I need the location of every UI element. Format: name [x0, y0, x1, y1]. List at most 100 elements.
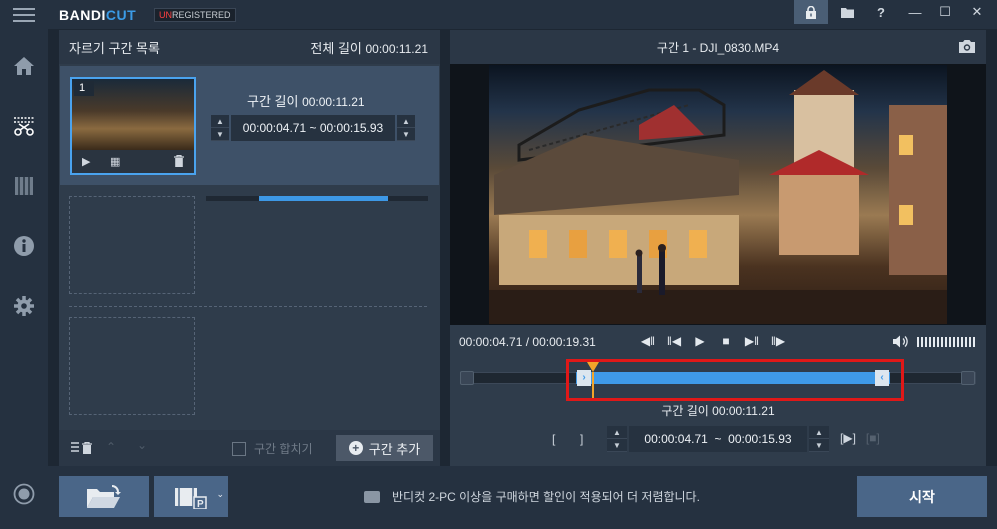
transport-buttons: ◀‖ ‖◀ ▶ ■ ▶‖ ‖▶ [640, 334, 786, 348]
info-icon [14, 236, 34, 256]
chevron-up-icon[interactable]: ▲ [809, 426, 829, 439]
sidebar-item-cut[interactable] [0, 106, 48, 146]
promo-message[interactable]: 반디컷 2-PC 이상을 구매하면 할인이 적용되어 더 저렴합니다. [364, 488, 700, 505]
open-file-button[interactable] [59, 476, 149, 517]
video-export-icon: P [175, 487, 207, 509]
add-segment-button[interactable]: + 구간 추가 [336, 435, 433, 461]
chevron-down-icon[interactable]: ▼ [809, 439, 829, 452]
chevron-down-icon[interactable]: ▼ [211, 128, 229, 141]
prev-frame-icon[interactable]: ‖◀ [666, 334, 682, 348]
stop-segment-icon[interactable]: [■] [866, 431, 880, 445]
record-icon [13, 483, 35, 505]
play-icon[interactable]: ▶ [82, 155, 90, 168]
segment-range-controls: [ ] ▲ ▼ 00:00:04.71 ~ 00:00:15.93 ▲ ▼ [▶] … [548, 426, 928, 452]
maximize-button[interactable]: ☐ [928, 0, 962, 24]
video-viewport[interactable] [450, 64, 986, 325]
video-frame [489, 65, 947, 324]
start-spinner[interactable]: ▲ ▼ [607, 426, 627, 452]
player-header: 구간 1 - DJI_0830.MP4 [450, 30, 986, 64]
segment-number: 1 [74, 81, 94, 96]
end-spinner[interactable]: ▲ ▼ [809, 426, 829, 452]
chevron-up-icon[interactable]: ▲ [607, 426, 627, 439]
segment-list-panel: 자르기 구간 목록 전체 길이 00:00:11.21 1 ▶ ▦ 구간 길이 … [59, 30, 440, 466]
dropdown-icon[interactable]: ⌄ [216, 489, 224, 500]
trash-icon[interactable] [174, 154, 184, 170]
film-icon [15, 177, 33, 195]
stop-icon[interactable]: ■ [718, 334, 734, 348]
start-spinner[interactable]: ▲ ▼ [211, 115, 229, 141]
segment-thumbnail[interactable]: 1 ▶ ▦ [70, 77, 196, 175]
highlight-box [566, 359, 904, 401]
segment-list-title: 자르기 구간 목록 [69, 40, 160, 56]
speaker-icon[interactable] [893, 335, 909, 348]
next-frame-icon[interactable]: ▶‖ [744, 334, 760, 348]
svg-text:P: P [197, 499, 204, 509]
timeline-start-cap[interactable] [460, 371, 474, 385]
set-start-button[interactable]: [ [552, 432, 555, 446]
empty-segment-slot [69, 196, 195, 294]
chevron-up-icon[interactable]: ▲ [397, 115, 415, 128]
app-logo: BANDICUT [59, 7, 137, 23]
empty-segment-slot [69, 317, 195, 415]
range-text[interactable]: 00:00:04.71 ~ 00:00:15.93 [629, 426, 807, 452]
segment-length-display: 구간 길이 00:00:11.21 [661, 404, 775, 418]
bottom-bar: P ⌄ 반디컷 2-PC 이상을 구매하면 할인이 적용되어 더 저렴합니다. … [48, 466, 997, 529]
play-icon[interactable]: ▶ [692, 334, 708, 348]
segment-list-header: 자르기 구간 목록 전체 길이 00:00:11.21 [59, 30, 440, 64]
lock-button[interactable] [794, 0, 828, 24]
plus-icon: + [348, 441, 363, 455]
checkbox-icon[interactable] [232, 441, 246, 456]
home-icon [14, 57, 34, 75]
move-up-icon[interactable]: ⌃ [106, 440, 116, 454]
end-spinner[interactable]: ▲ ▼ [397, 115, 415, 141]
player-panel: 구간 1 - DJI_0830.MP4 00:00:04.71 / 00:00:… [450, 30, 986, 466]
video-scene [489, 70, 947, 324]
scissors-icon [14, 117, 34, 136]
start-button[interactable]: 시작 [857, 476, 987, 517]
sidebar-item-home[interactable] [0, 46, 48, 86]
chevron-down-icon[interactable]: ▼ [397, 128, 415, 141]
unregistered-badge[interactable]: UNREGISTERED [154, 8, 236, 22]
grid-icon[interactable]: ▦ [110, 155, 120, 168]
sidebar-item-info[interactable] [0, 226, 48, 266]
slot-divider [69, 306, 427, 307]
gear-icon [14, 296, 34, 316]
folder-open-icon [87, 484, 121, 508]
title-bar: BANDICUT UNREGISTERED ? — ☐ ✕ [0, 0, 997, 29]
folder-icon [840, 7, 854, 18]
sidebar-item-merge[interactable] [0, 166, 48, 206]
segment-item[interactable]: 1 ▶ ▦ 구간 길이 00:00:11.21 ▲ ▼ 00:00:04.71 ~… [60, 66, 439, 201]
camera-icon[interactable] [958, 39, 976, 54]
volume-control[interactable] [893, 335, 977, 348]
minimize-button[interactable]: — [898, 0, 932, 24]
range-input: ▲ ▼ 00:00:04.71 ~ 00:00:15.93 ▲ ▼ [607, 426, 829, 452]
export-settings-button[interactable]: P ⌄ [154, 476, 228, 517]
chevron-up-icon[interactable]: ▲ [211, 115, 229, 128]
prev-segment-icon[interactable]: ◀‖ [640, 334, 656, 348]
segment-play-controls: [▶] [■] [840, 431, 880, 445]
segment-range-text[interactable]: 00:00:04.71 ~ 00:00:15.93 [231, 115, 395, 141]
segment-progress-bar [206, 196, 428, 201]
volume-slider[interactable] [917, 336, 977, 347]
sidebar [0, 29, 48, 529]
move-down-icon[interactable]: ⌄ [137, 438, 147, 452]
segment-list-footer: ⌃ ⌄ 구간 합치기 + 구간 추가 [59, 430, 440, 466]
time-display: 00:00:04.71 / 00:00:19.31 [459, 335, 596, 349]
play-segment-button[interactable]: [▶] [840, 431, 856, 445]
help-button[interactable]: ? [864, 0, 898, 24]
clear-list-icon[interactable] [71, 442, 93, 454]
menu-icon[interactable] [13, 8, 35, 22]
playback-controls: 00:00:04.71 / 00:00:19.31 ◀‖ ‖◀ ▶ ■ ▶‖ ‖… [450, 329, 986, 355]
player-title: 구간 1 - DJI_0830.MP4 [656, 40, 780, 55]
merge-segments-checkbox[interactable]: 구간 합치기 [232, 440, 313, 457]
thumbnail-toolbar: ▶ ▦ [72, 150, 194, 173]
sidebar-item-record[interactable] [0, 474, 48, 514]
next-segment-icon[interactable]: ‖▶ [770, 334, 786, 348]
set-end-button[interactable]: ] [580, 432, 583, 446]
open-folder-button[interactable] [830, 0, 864, 24]
close-button[interactable]: ✕ [960, 0, 994, 24]
sidebar-item-settings[interactable] [0, 286, 48, 326]
lock-icon [806, 5, 816, 19]
timeline-end-cap[interactable] [961, 371, 975, 385]
chevron-down-icon[interactable]: ▼ [607, 439, 627, 452]
